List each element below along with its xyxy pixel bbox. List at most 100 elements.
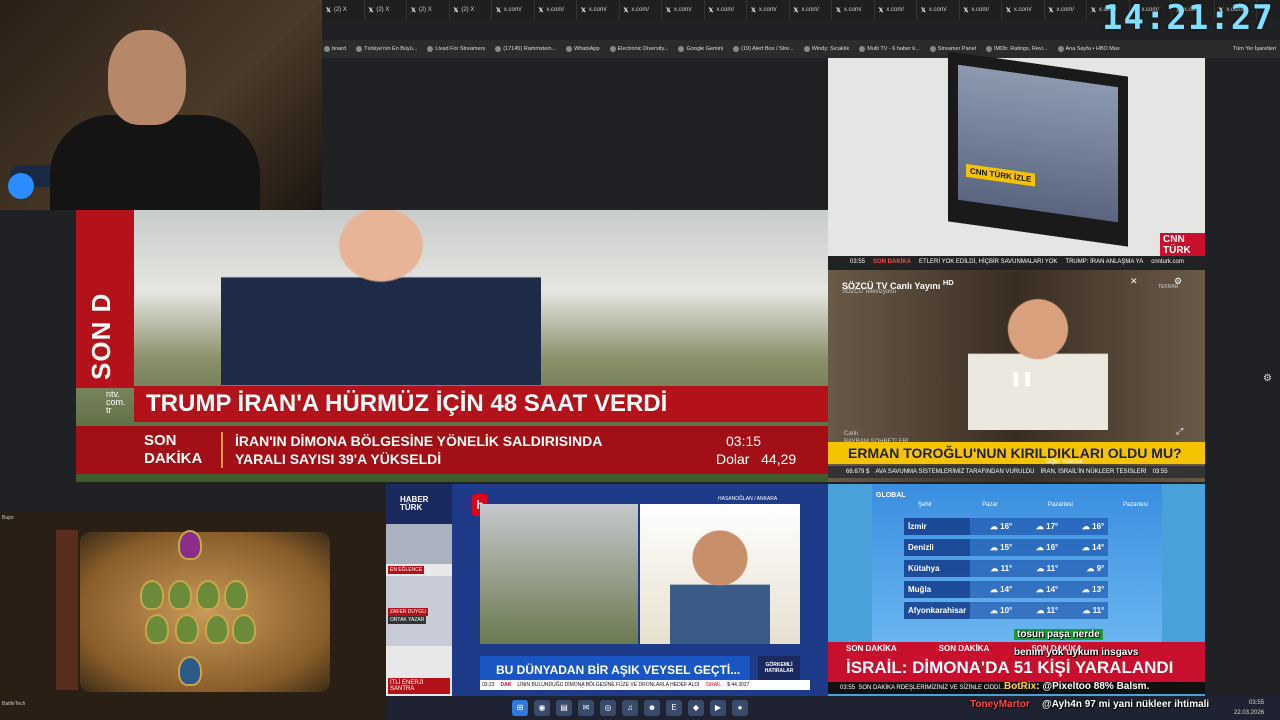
x-logo-icon: 𝕏 <box>963 7 969 14</box>
webcam-feed <box>0 0 322 210</box>
settings-icon[interactable]: ⚙ <box>1174 276 1182 287</box>
player-hero[interactable] <box>178 656 202 686</box>
temperature-cell: ☁ 13° <box>1062 581 1109 598</box>
minion-card[interactable] <box>224 580 248 610</box>
tv-screen: CNN TÜRK İZLE <box>958 64 1118 223</box>
mail-icon[interactable]: ✉ <box>578 700 594 716</box>
temperature-cell: ☁ 10° <box>970 602 1017 619</box>
cnn-news-bar: 03:55 SON DAKİKA ETLERİ YOK EDİLDİ, HİÇB… <box>828 256 1205 268</box>
x-logo-icon: 𝕏 <box>878 7 884 14</box>
app-icon[interactable]: ● <box>732 700 748 716</box>
x-logo-icon: 𝕏 <box>793 7 799 14</box>
streamer-face <box>108 30 186 125</box>
browser-tab[interactable]: 𝕏x.com/ <box>917 0 960 20</box>
haberturk-stream[interactable]: HABER TÜRK EN EĞLENCE ZAFER DUYGU ORTAK … <box>386 484 452 696</box>
minion-card[interactable] <box>140 580 164 610</box>
global-logo: GLOBAL <box>876 492 906 499</box>
bookmark-item[interactable]: Türkiye'nin En Büyü... <box>356 46 417 52</box>
mute-icon[interactable]: ✕ <box>1130 276 1138 287</box>
browser-tab[interactable]: 𝕏 (2) X <box>322 0 365 20</box>
bookmark-item[interactable]: Multi TV - 6 haber k... <box>859 46 920 52</box>
browser-tab[interactable]: 𝕏x.com/ <box>875 0 917 20</box>
anchor-video <box>386 524 452 564</box>
cloud-icon: ☁ <box>1035 522 1047 531</box>
x-logo-icon: 𝕏 <box>1091 7 1096 14</box>
stream-clock: 14:21:27 <box>1102 0 1274 38</box>
minion-card[interactable] <box>175 614 199 644</box>
cloud-icon: ☁ <box>989 522 1001 531</box>
minion-card[interactable] <box>205 614 229 644</box>
favicon-icon <box>324 46 330 52</box>
bookmark-item[interactable]: IMDb: Ratings, Revi... <box>986 46 1048 52</box>
all-bookmarks[interactable]: Tüm Yer İşaretleri <box>1233 46 1280 52</box>
bookmark-item[interactable]: Electronic Diversity... <box>609 46 668 52</box>
weather-stream[interactable]: GLOBAL Şehir Pazar Pazartesi Pazartesi İ… <box>828 484 1205 696</box>
bookmark-item[interactable]: board <box>324 46 346 52</box>
fullscreen-icon[interactable]: ⤢ <box>1176 426 1183 437</box>
gear-icon[interactable]: ⚙ <box>1263 373 1272 384</box>
ticker-time-dolar: 03:15 Dolar 44,29 <box>716 433 797 467</box>
cloud-icon: ☁ <box>1035 543 1047 552</box>
music-icon[interactable]: ♫ <box>622 700 638 716</box>
browser-tab[interactable]: 𝕏 (2) X <box>365 0 407 20</box>
pause-icon[interactable]: ❚❚ <box>1010 370 1033 387</box>
start-icon[interactable]: ⊞ <box>512 700 528 716</box>
browser-tab[interactable]: 𝕏x.com/ <box>577 0 620 20</box>
other-videos-link[interactable]: Diğer videolar <box>1046 459 1083 465</box>
browser-tab[interactable]: 𝕏 (2) X <box>450 0 492 20</box>
minion-card[interactable] <box>196 580 220 610</box>
browser-tab[interactable]: 𝕏x.com/ <box>1002 0 1045 20</box>
weather-row: İzmir ☁ 16° ☁ 17° ☁ 16° <box>904 518 1109 535</box>
x-logo-icon: 𝕏 <box>1006 7 1011 14</box>
browser-tab[interactable]: 𝕏x.com/ <box>705 0 747 20</box>
browser-tab[interactable]: 𝕏x.com/ <box>832 0 875 20</box>
hearthstone-game[interactable]: Bupo BattleTech <box>0 512 386 720</box>
enemy-hero[interactable] <box>178 530 202 560</box>
browser-tab[interactable]: 𝕏x.com/ <box>492 0 535 20</box>
taskbar-apps: ⊞ ◉ ▤ ✉ ◎ ♫ ☻ E ◆ ▶ ● <box>512 700 748 716</box>
minion-card[interactable] <box>168 580 192 610</box>
minion-card[interactable] <box>232 614 256 644</box>
app-icon[interactable]: ▶ <box>710 700 726 716</box>
browser-tab[interactable]: 𝕏x.com/ <box>960 0 1002 20</box>
browser-icon[interactable]: ◉ <box>534 700 550 716</box>
browser-tab[interactable]: 𝕏x.com/ <box>1045 0 1087 20</box>
favicon-icon <box>356 46 363 52</box>
bookmark-item[interactable]: Google Gemini <box>678 46 723 52</box>
x-logo-icon: 𝕏 <box>538 7 544 14</box>
cloud-icon: ☁ <box>1082 606 1093 615</box>
ntv-stream[interactable]: SON D ntv. com. tr TRUMP İRAN'A HÜRMÜZ İ… <box>76 210 828 482</box>
ticker-text: İRAN'IN DİMONA BÖLGESİNE YÖNELİK SALDIRI… <box>221 432 708 468</box>
browser-tab[interactable]: 𝕏 (2) X <box>407 0 450 20</box>
discord-icon[interactable]: ☻ <box>644 700 660 716</box>
bookmark-item[interactable]: (19) Alert Box / Stre... <box>733 46 794 52</box>
temperature-cell: ☁ 14° <box>1062 539 1109 556</box>
app-icon[interactable]: ◆ <box>688 700 704 716</box>
bookmark-item[interactable]: Windy: Sıcaklık <box>803 46 849 52</box>
folder-icon[interactable]: ▤ <box>556 700 572 716</box>
bookmark-item[interactable]: WhatsApp <box>566 46 600 52</box>
speaker-figure <box>221 210 541 385</box>
steam-icon[interactable]: ◎ <box>600 700 616 716</box>
cnn-turk-stream[interactable]: CNN TÜRK İZLE CNN TÜRK 03:55 SON DAKİKA … <box>828 51 1205 268</box>
bookmark-item[interactable]: Livad For Streamers <box>427 46 485 52</box>
chat-message: @Ayh4n 97 mi yani nükleer ihtimali <box>1042 699 1210 710</box>
minion-card[interactable] <box>145 614 169 644</box>
sozcu-tv-stream[interactable]: SÖZCÜ TV Canlı Yayını HD SÖZCÜ Televizyo… <box>828 270 1205 482</box>
epic-icon[interactable]: E <box>666 700 682 716</box>
weather-row: Denizli ☁ 15° ☁ 16° ☁ 14° <box>904 539 1109 556</box>
bookmark-item[interactable]: Ana Sayfa • HBO Max <box>1057 46 1120 52</box>
browser-tab[interactable]: 𝕏x.com/ <box>662 0 705 20</box>
temperature-cell: ☁ 11° <box>1062 602 1109 619</box>
browser-tab[interactable]: 𝕏x.com/ <box>790 0 832 20</box>
cloud-icon: ☁ <box>989 585 1001 594</box>
browser-tab[interactable]: 𝕏x.com/ <box>620 0 662 20</box>
browser-tab[interactable]: 𝕏x.com/ <box>747 0 790 20</box>
bookmark-item[interactable]: (17145) Rammstein... <box>495 46 556 52</box>
x-logo-icon: 𝕏 <box>581 7 586 14</box>
browser-tab[interactable]: 𝕏x.com/ <box>535 0 577 20</box>
system-clock[interactable]: 03:55 22.03.2026 <box>1234 698 1264 718</box>
cloud-icon: ☁ <box>1036 564 1047 573</box>
halk-tv-stream[interactable]: h HASANOĞLAN / ANKARA BU DÜNYADAN BİR AŞ… <box>452 484 828 696</box>
temperature-cell: ☁ 16° <box>1062 518 1109 535</box>
